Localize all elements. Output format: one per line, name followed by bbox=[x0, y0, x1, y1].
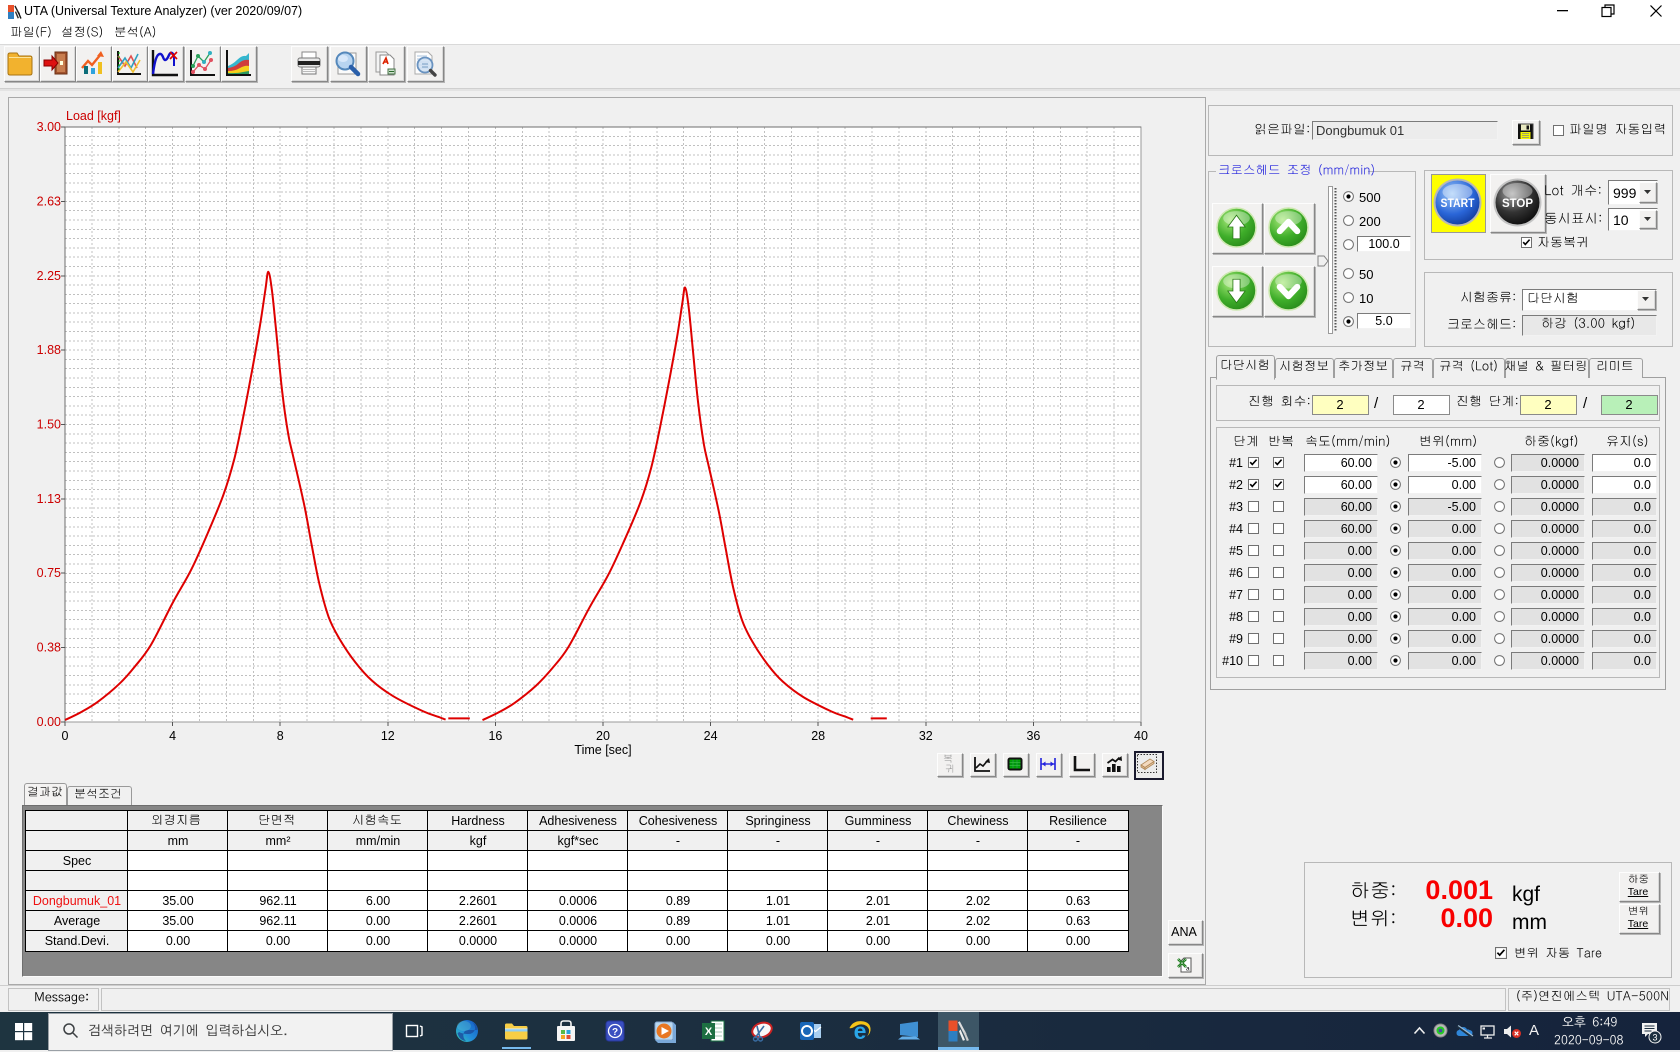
svg-text:Resilience: Resilience bbox=[1049, 814, 1107, 828]
svg-text:-: - bbox=[976, 834, 980, 848]
svg-text:0.00: 0.00 bbox=[366, 934, 390, 948]
svg-text:3: 3 bbox=[1652, 1033, 1657, 1043]
svg-text:STOP: STOP bbox=[1502, 198, 1533, 210]
svg-text:0.00: 0.00 bbox=[866, 934, 890, 948]
svg-text:0.00: 0.00 bbox=[966, 934, 990, 948]
svg-text:2.2601: 2.2601 bbox=[459, 894, 497, 908]
svg-text:12: 12 bbox=[381, 729, 395, 743]
svg-text:0.00: 0.00 bbox=[1066, 934, 1090, 948]
svg-text:0.0000: 0.0000 bbox=[559, 934, 597, 948]
svg-text:2.02: 2.02 bbox=[966, 914, 990, 928]
svg-text:0.00: 0.00 bbox=[266, 934, 290, 948]
svg-text:Stand.Devi.: Stand.Devi. bbox=[45, 934, 110, 948]
svg-text:962.11: 962.11 bbox=[259, 914, 296, 928]
svg-text:0.00: 0.00 bbox=[766, 934, 790, 948]
svg-text:0.00: 0.00 bbox=[166, 934, 190, 948]
svg-text:Time [sec]: Time [sec] bbox=[574, 743, 631, 757]
svg-text:kgf: kgf bbox=[470, 834, 487, 848]
svg-text:6.00: 6.00 bbox=[366, 894, 390, 908]
svg-text:0.63: 0.63 bbox=[1066, 914, 1090, 928]
svg-text:Springiness: Springiness bbox=[745, 814, 810, 828]
svg-text:35.00: 35.00 bbox=[162, 894, 193, 908]
svg-text:Cohesiveness: Cohesiveness bbox=[639, 814, 718, 828]
svg-text:a: a bbox=[1186, 966, 1190, 973]
svg-text:8: 8 bbox=[277, 729, 284, 743]
svg-text:0.00: 0.00 bbox=[37, 715, 61, 729]
svg-text:2.25: 2.25 bbox=[37, 269, 61, 283]
svg-text:1.13: 1.13 bbox=[37, 492, 61, 506]
svg-text:START: START bbox=[1441, 198, 1475, 210]
svg-text:Spec: Spec bbox=[63, 854, 92, 868]
svg-text:0.89: 0.89 bbox=[666, 894, 690, 908]
svg-text:Hardness: Hardness bbox=[451, 814, 505, 828]
svg-text:40: 40 bbox=[1134, 729, 1148, 743]
svg-text:0: 0 bbox=[62, 729, 69, 743]
svg-text:0.63: 0.63 bbox=[1066, 894, 1090, 908]
svg-text:Gumminess: Gumminess bbox=[845, 814, 912, 828]
svg-text:2.63: 2.63 bbox=[37, 194, 61, 208]
svg-text:-: - bbox=[776, 834, 780, 848]
svg-text:Load [kgf]: Load [kgf] bbox=[66, 109, 121, 123]
svg-text:X: X bbox=[705, 1026, 713, 1038]
svg-text:-: - bbox=[876, 834, 880, 848]
svg-text:962.11: 962.11 bbox=[259, 894, 296, 908]
svg-text:Dongbumuk_01: Dongbumuk_01 bbox=[33, 894, 121, 908]
svg-text:0.75: 0.75 bbox=[37, 566, 61, 580]
svg-text:Chewiness: Chewiness bbox=[947, 814, 1008, 828]
svg-text:mm²: mm² bbox=[266, 834, 291, 848]
svg-text:-: - bbox=[676, 834, 680, 848]
svg-text:Adhesiveness: Adhesiveness bbox=[539, 814, 617, 828]
svg-text:-: - bbox=[1076, 834, 1080, 848]
svg-text:36: 36 bbox=[1026, 729, 1040, 743]
svg-text:0.0006: 0.0006 bbox=[559, 894, 597, 908]
svg-text:0.38: 0.38 bbox=[37, 641, 61, 655]
svg-text:3.00: 3.00 bbox=[37, 120, 61, 134]
svg-text:2.02: 2.02 bbox=[966, 894, 990, 908]
svg-text:1.01: 1.01 bbox=[766, 914, 790, 928]
svg-text:2.01: 2.01 bbox=[866, 894, 890, 908]
svg-text:4: 4 bbox=[169, 729, 176, 743]
svg-text:0.0000: 0.0000 bbox=[459, 934, 497, 948]
svg-text:0.00: 0.00 bbox=[366, 914, 390, 928]
svg-text:32: 32 bbox=[919, 729, 933, 743]
svg-text:2.01: 2.01 bbox=[866, 914, 890, 928]
svg-text:kgf*sec: kgf*sec bbox=[558, 834, 599, 848]
svg-text:16: 16 bbox=[488, 729, 502, 743]
svg-text:0.89: 0.89 bbox=[666, 914, 690, 928]
svg-text:0.0006: 0.0006 bbox=[559, 914, 597, 928]
svg-text:2.2601: 2.2601 bbox=[459, 914, 497, 928]
svg-text:mm/min: mm/min bbox=[356, 834, 400, 848]
svg-text:28: 28 bbox=[811, 729, 825, 743]
svg-text:20: 20 bbox=[596, 729, 610, 743]
svg-text:1.01: 1.01 bbox=[766, 894, 790, 908]
svg-text:35.00: 35.00 bbox=[162, 914, 193, 928]
svg-text:0.00: 0.00 bbox=[666, 934, 690, 948]
svg-text:mm: mm bbox=[168, 834, 189, 848]
svg-text:?: ? bbox=[612, 1027, 618, 1038]
svg-text:1.88: 1.88 bbox=[37, 343, 61, 357]
svg-text:1.50: 1.50 bbox=[37, 418, 61, 432]
svg-text:Average: Average bbox=[54, 914, 100, 928]
svg-text:24: 24 bbox=[704, 729, 718, 743]
